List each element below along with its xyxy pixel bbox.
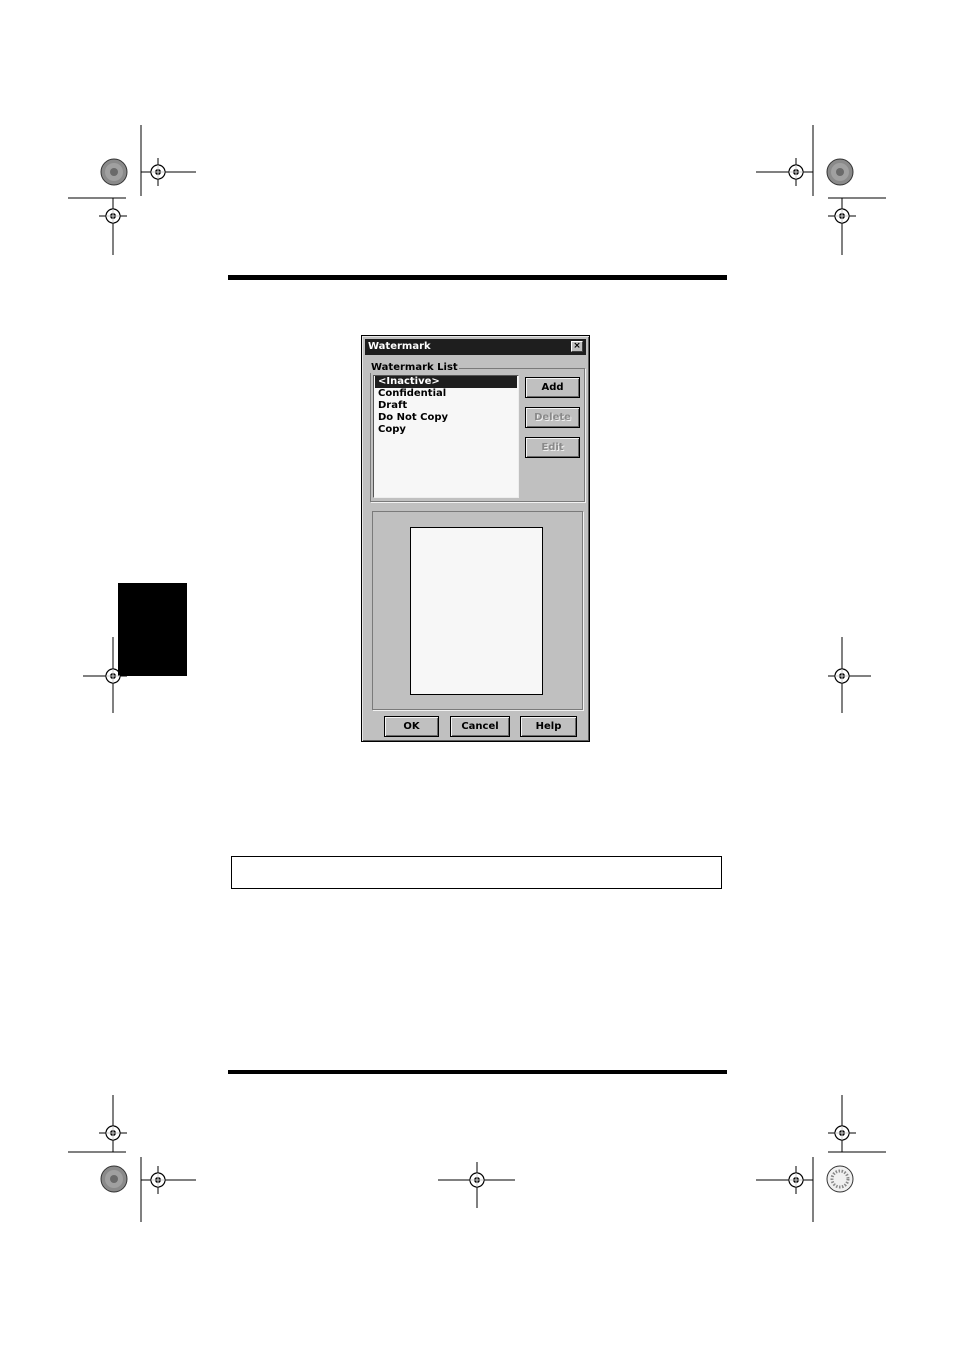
watermark-listbox[interactable]: <Inactive> Confidential Draft Do Not Cop… bbox=[373, 375, 519, 498]
watermark-list-label: Watermark List bbox=[370, 362, 459, 373]
help-button[interactable]: Help bbox=[520, 716, 577, 737]
dialog-titlebar: Watermark × bbox=[365, 339, 586, 355]
delete-button[interactable]: Delete bbox=[525, 407, 580, 428]
list-item-confidential[interactable]: Confidential bbox=[375, 388, 517, 400]
close-icon: × bbox=[573, 341, 581, 351]
watermark-dialog: Watermark × Watermark List <Inactive> Co… bbox=[361, 335, 590, 742]
list-item-inactive[interactable]: <Inactive> bbox=[375, 376, 517, 388]
page-preview bbox=[410, 527, 543, 695]
edit-button[interactable]: Edit bbox=[525, 437, 580, 458]
cancel-button[interactable]: Cancel bbox=[450, 716, 510, 737]
close-button[interactable]: × bbox=[571, 341, 583, 352]
add-button[interactable]: Add bbox=[525, 377, 580, 398]
dialog-title: Watermark bbox=[368, 341, 431, 352]
ok-button[interactable]: OK bbox=[384, 716, 439, 737]
list-item-draft[interactable]: Draft bbox=[375, 400, 517, 412]
note-box bbox=[231, 856, 722, 889]
list-item-do-not-copy[interactable]: Do Not Copy bbox=[375, 412, 517, 424]
list-item-copy[interactable]: Copy bbox=[375, 424, 517, 436]
